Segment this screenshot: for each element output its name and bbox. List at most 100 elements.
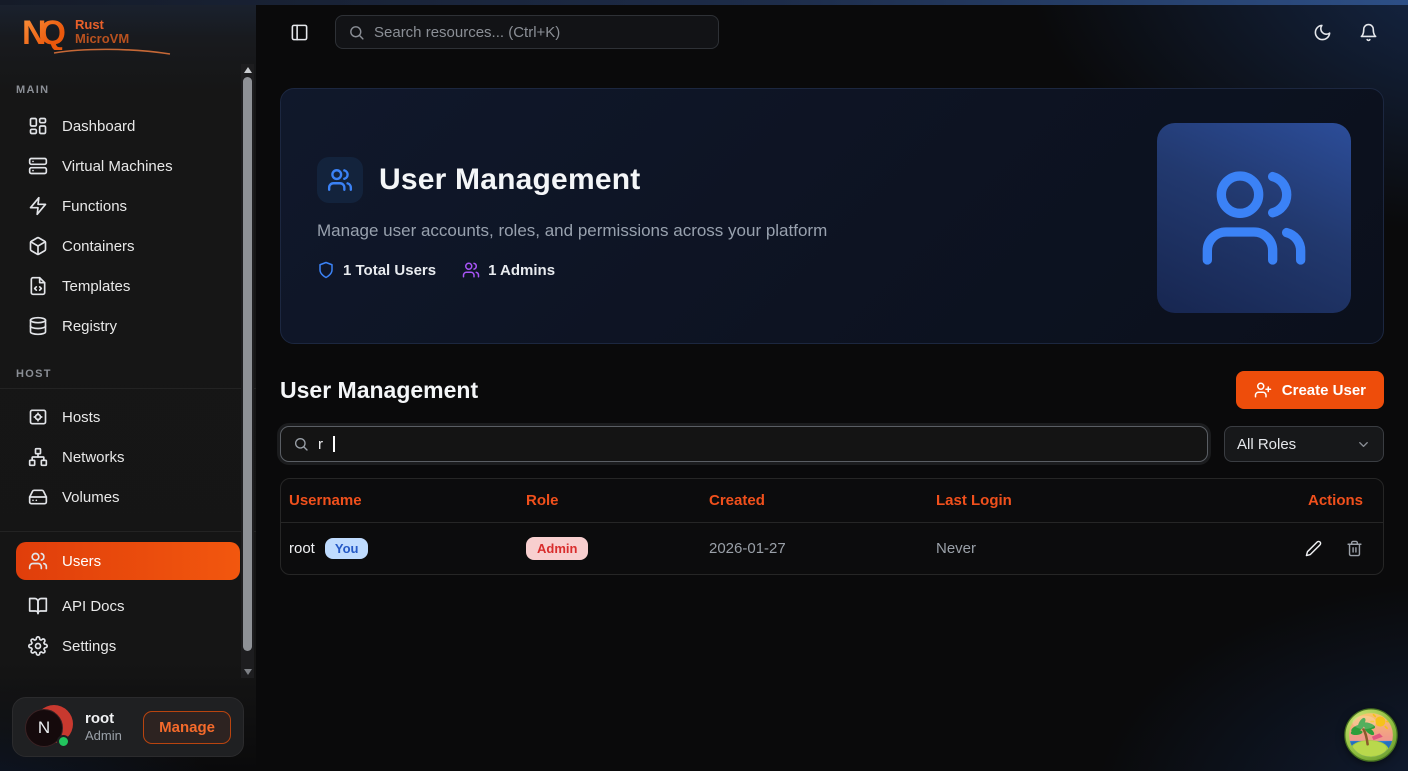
col-last-login: Last Login <box>936 492 1012 509</box>
hard-drive-icon <box>28 487 48 507</box>
book-open-icon <box>28 596 48 616</box>
notifications-bell-icon[interactable] <box>1359 23 1378 42</box>
file-code-icon <box>28 276 48 296</box>
page-title: User Management <box>280 376 479 403</box>
sidebar-item-label: Virtual Machines <box>62 157 173 175</box>
sidebar-item-volumes[interactable]: Volumes <box>16 477 240 517</box>
server-icon <box>28 156 48 176</box>
brand-name: Rust MicroVM <box>75 17 130 46</box>
sidebar-item-containers[interactable]: Containers <box>16 226 240 266</box>
hero-banner: User Management Manage user accounts, ro… <box>280 88 1384 344</box>
row-created: 2026-01-27 <box>709 540 786 557</box>
hero-users-icon-chip <box>317 157 363 203</box>
brand-logo-mark: NQ <box>22 16 67 50</box>
sidebar-item-dashboard[interactable]: Dashboard <box>16 106 240 146</box>
sidebar-item-label: Users <box>62 552 102 570</box>
user-plus-icon <box>1254 381 1272 399</box>
avatar: N <box>25 705 73 749</box>
delete-trash-icon[interactable] <box>1346 540 1363 557</box>
sidebar-item-label: API Docs <box>62 597 125 615</box>
users-icon <box>1202 171 1306 265</box>
users-icon <box>462 261 480 279</box>
scroll-up-arrow[interactable] <box>241 64 254 76</box>
sidebar-item-label: Functions <box>62 197 128 215</box>
hero-title: User Management <box>379 163 641 196</box>
col-actions: Actions <box>1307 492 1363 509</box>
search-icon <box>348 24 365 41</box>
scrollbar-thumb[interactable] <box>243 77 252 651</box>
text-caret <box>333 436 335 452</box>
main-content: User Management Manage user accounts, ro… <box>256 64 1408 771</box>
sidebar-item-label: Containers <box>62 237 135 255</box>
stat-admins: 1 Admins <box>462 261 555 279</box>
hero-decorative-users-icon <box>1157 123 1351 313</box>
users-icon <box>327 169 353 191</box>
gear-icon <box>28 636 48 656</box>
sidebar-toggle-icon[interactable] <box>290 23 309 42</box>
top-accent-strip <box>0 0 1408 5</box>
section-label-main: MAIN <box>16 84 50 96</box>
sidebar-item-api-docs[interactable]: API Docs <box>16 586 240 626</box>
scroll-down-arrow[interactable] <box>241 666 254 678</box>
theme-toggle-moon-icon[interactable] <box>1313 23 1332 42</box>
network-icon <box>28 447 48 467</box>
topbar <box>256 0 1408 64</box>
roles-filter-select[interactable]: All Roles <box>1224 426 1384 462</box>
section-label-host: HOST <box>0 362 256 389</box>
edit-pencil-icon[interactable] <box>1305 540 1322 557</box>
sidebar-item-label: Settings <box>62 637 117 655</box>
zap-icon <box>28 196 48 216</box>
users-icon <box>28 551 48 571</box>
sidebar-item-functions[interactable]: Functions <box>16 186 240 226</box>
sidebar: NQ Rust MicroVM MAIN Dashboard Virtual M… <box>0 0 256 771</box>
brand-logo: NQ Rust MicroVM <box>0 0 256 64</box>
you-badge: You <box>324 538 369 559</box>
sidebar-item-label: Registry <box>62 317 118 335</box>
table-row: root You Admin 2026-01-27 Never <box>281 523 1383 574</box>
sidebar-divider <box>0 531 256 532</box>
filter-search-value: r <box>318 435 323 453</box>
database-icon <box>28 316 48 336</box>
global-search-input[interactable] <box>374 23 706 41</box>
sidebar-user-card: N root Admin Manage <box>12 697 244 757</box>
col-username: Username <box>289 492 362 509</box>
host-icon <box>28 407 48 427</box>
user-name: root <box>85 709 115 727</box>
row-username: root <box>289 540 315 557</box>
sidebar-item-networks[interactable]: Networks <box>16 437 240 477</box>
user-role: Admin <box>85 728 122 744</box>
search-icon <box>293 436 309 452</box>
sidebar-item-virtual-machines[interactable]: Virtual Machines <box>16 146 240 186</box>
users-table: Username Role Created Last Login Actions… <box>280 478 1384 575</box>
island-widget-icon[interactable] <box>1344 708 1398 762</box>
sidebar-item-users[interactable]: Users <box>16 542 240 580</box>
manage-button[interactable]: Manage <box>143 710 231 744</box>
table-header-row: Username Role Created Last Login Actions <box>281 479 1383 523</box>
box-icon <box>28 236 48 256</box>
brand-underline <box>53 48 171 55</box>
stat-label: 1 Total Users <box>343 261 437 279</box>
sidebar-item-label: Templates <box>62 277 131 295</box>
sidebar-item-settings[interactable]: Settings <box>16 626 240 666</box>
sidebar-item-templates[interactable]: Templates <box>16 266 240 306</box>
sidebar-nav: MAIN Dashboard Virtual Machines Function… <box>0 64 256 666</box>
sidebar-item-label: Networks <box>62 448 125 466</box>
user-filter-search-input[interactable]: r <box>280 426 1208 462</box>
role-badge: Admin <box>526 537 589 560</box>
row-last-login: Never <box>936 540 977 557</box>
stat-total-users: 1 Total Users <box>317 261 436 279</box>
sidebar-item-label: Hosts <box>62 408 101 426</box>
chevron-down-icon <box>1356 437 1371 452</box>
sidebar-item-hosts[interactable]: Hosts <box>16 397 240 437</box>
col-created: Created <box>709 492 765 509</box>
sidebar-item-label: Volumes <box>62 488 120 506</box>
stat-label: 1 Admins <box>488 261 556 279</box>
sidebar-scrollbar[interactable] <box>241 64 254 678</box>
roles-filter-value: All Roles <box>1237 435 1297 453</box>
col-role: Role <box>526 492 559 509</box>
create-user-button[interactable]: Create User <box>1235 371 1384 409</box>
dashboard-icon <box>28 116 48 136</box>
sidebar-item-registry[interactable]: Registry <box>16 306 240 346</box>
sidebar-item-label: Dashboard <box>62 117 136 135</box>
global-search[interactable] <box>335 15 719 49</box>
